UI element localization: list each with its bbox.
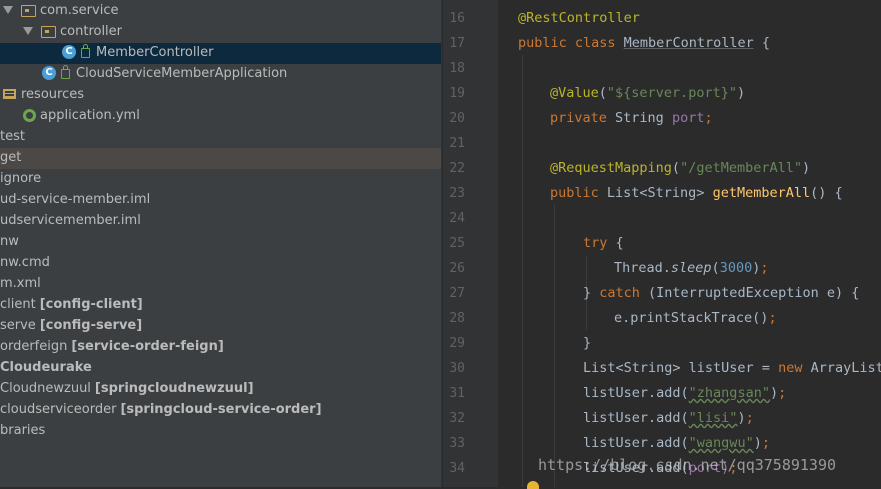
tree-item-get[interactable]: get: [0, 148, 441, 169]
tree-item-iml-1[interactable]: ud-service-member.iml: [0, 190, 441, 211]
code-line-28: e.printStackTrace();: [614, 310, 777, 326]
project-tree-panel: com.service controller C MemberControlle…: [0, 0, 441, 487]
line-number: 28: [449, 311, 465, 326]
code-line-20: private String port;: [550, 110, 713, 126]
code-line-30: List<String> listUser = new ArrayList<: [583, 360, 881, 376]
tree-item-controller[interactable]: controller: [0, 22, 441, 43]
package-folder-icon: [21, 5, 36, 17]
code-line-19: @Value("${server.port}"): [550, 85, 746, 101]
tree-item-order-feign[interactable]: orderfeign [service-order-feign]: [0, 337, 441, 358]
tree-item-label: ud-service-member.iml: [0, 192, 151, 207]
line-number-gutter[interactable]: 16 17 18 19 20 21 22 23 24 25 26 27 28 2…: [443, 0, 518, 487]
tree-item-config-client[interactable]: client [config-client]: [0, 295, 441, 316]
tree-item-label: orderfeign: [0, 339, 68, 354]
tree-item-cloudnewzuul[interactable]: Cloudnewzuul [springcloudnewzuul]: [0, 379, 441, 400]
tree-item-label: nw: [0, 234, 19, 249]
code-line-27: } catch (InterruptedException e) {: [583, 285, 860, 301]
tree-item-test[interactable]: test: [0, 127, 441, 148]
line-number: 19: [449, 86, 465, 101]
line-number: 34: [449, 461, 465, 476]
lock-icon: [81, 44, 90, 58]
tree-item-label: ignore: [0, 171, 42, 186]
code-line-23: public List<String> getMemberAll() {: [550, 185, 843, 201]
line-number: 22: [449, 161, 465, 176]
line-number: 33: [449, 436, 465, 451]
line-number: 18: [449, 61, 465, 76]
line-number: 26: [449, 261, 465, 276]
code-line-16: @RestController: [518, 10, 640, 26]
indent-guide: [554, 205, 555, 487]
tree-item-mvnw[interactable]: nw: [0, 232, 441, 253]
tree-item-label: controller: [60, 24, 123, 39]
line-number: 32: [449, 411, 465, 426]
tree-item-label: Cloudnewzuul: [0, 381, 91, 396]
module-name: [service-order-feign]: [71, 339, 224, 354]
tree-item-label: Cloudeurake: [0, 360, 92, 375]
code-line-25: try {: [583, 235, 624, 251]
tree-item-cloudeurake[interactable]: Cloudeurake: [0, 358, 441, 379]
tree-item-config-serve[interactable]: serve [config-serve]: [0, 316, 441, 337]
tree-item-label: client: [0, 297, 36, 312]
tree-item-label: nw.cmd: [0, 255, 50, 270]
tree-item-cloudserviceorder[interactable]: cloudserviceorder [springcloud-service-or…: [0, 400, 441, 421]
tree-item-external-libraries[interactable]: braries: [0, 421, 441, 442]
code-line-17: public class MemberController {: [518, 35, 770, 51]
line-number: 25: [449, 236, 465, 251]
tree-item-label: resources: [21, 87, 85, 102]
spring-config-icon: [23, 109, 36, 122]
code-line-29: }: [583, 335, 592, 351]
line-number: 27: [449, 286, 465, 301]
code-line-33: listUser.add("wangwu");: [583, 435, 770, 451]
tree-item-label: braries: [0, 423, 46, 438]
module-name: [springcloudnewzuul]: [94, 381, 254, 396]
tree-item-application-yml[interactable]: application.yml: [0, 106, 441, 127]
spring-boot-class-icon: C: [42, 66, 56, 80]
line-number: 31: [449, 386, 465, 401]
line-number: 17: [449, 36, 465, 51]
tree-item-label: application.yml: [40, 108, 140, 123]
line-number: 30: [449, 361, 465, 376]
code-line-31: listUser.add("zhangsan");: [583, 385, 787, 401]
tree-item-label: m.xml: [0, 276, 41, 291]
line-number: 16: [449, 11, 465, 26]
code-line-22: @RequestMapping("/getMemberAll"): [550, 160, 811, 176]
tree-item-label: udservicemember.iml: [0, 213, 141, 228]
tree-item-label: com.service: [40, 3, 119, 18]
expand-arrow-icon[interactable]: [23, 27, 33, 35]
line-number: 24: [449, 211, 465, 226]
module-name: [springcloud-service-order]: [120, 402, 322, 417]
tree-item-resources[interactable]: resources: [0, 85, 441, 106]
code-editor[interactable]: @RestController public class MemberContr…: [498, 0, 881, 487]
code-line-26: Thread.sleep(3000);: [614, 260, 769, 276]
resources-folder-icon: [3, 89, 16, 99]
watermark-text: https://blog.csdn.net/qq375891390: [538, 456, 837, 474]
tree-item-mvnw-cmd[interactable]: nw.cmd: [0, 253, 441, 274]
package-folder-icon: [41, 26, 56, 38]
tree-item-ignore[interactable]: ignore: [0, 169, 441, 190]
lock-icon: [61, 65, 70, 79]
java-class-icon: C: [62, 45, 76, 59]
line-number: 20: [449, 111, 465, 126]
module-name: [config-client]: [39, 297, 143, 312]
line-number: 29: [449, 336, 465, 351]
tree-item-label: cloudserviceorder: [0, 402, 117, 417]
tree-item-iml-2[interactable]: udservicemember.iml: [0, 211, 441, 232]
expand-arrow-icon[interactable]: [3, 6, 13, 14]
tree-item-member-controller[interactable]: C MemberController: [0, 43, 441, 64]
tree-item-cloud-service-member-application[interactable]: C CloudServiceMemberApplication: [0, 64, 441, 85]
tree-item-label: MemberController: [96, 45, 214, 60]
tree-item-label: CloudServiceMemberApplication: [76, 66, 288, 81]
line-number: 21: [449, 136, 465, 151]
lightbulb-icon[interactable]: [527, 481, 539, 489]
tree-item-label: test: [0, 129, 25, 144]
tree-item-pom-xml[interactable]: m.xml: [0, 274, 441, 295]
module-name: [config-serve]: [39, 318, 143, 333]
tree-item-label: get: [0, 150, 22, 165]
line-number: 23: [449, 186, 465, 201]
tree-item-label: serve: [0, 318, 36, 333]
indent-guide: [522, 55, 523, 487]
tree-item-com-service[interactable]: com.service: [0, 1, 441, 22]
code-line-32: listUser.add("lisi");: [583, 410, 754, 426]
